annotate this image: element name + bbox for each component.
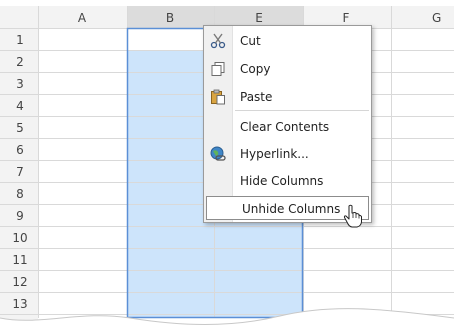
column-header-g[interactable]: G bbox=[432, 11, 441, 25]
column-header-a[interactable]: A bbox=[78, 11, 87, 25]
row-header[interactable]: 8 bbox=[16, 187, 24, 201]
row-header[interactable]: 3 bbox=[16, 77, 24, 91]
row-header[interactable]: 6 bbox=[16, 143, 24, 157]
menu-item-hyperlink[interactable]: Hyperlink... bbox=[204, 141, 371, 167]
menu-item-label: Hide Columns bbox=[240, 174, 324, 188]
scissors-icon bbox=[210, 33, 226, 49]
menu-separator bbox=[235, 110, 369, 111]
copy-icon bbox=[210, 61, 226, 77]
menu-item-clear-contents[interactable]: Clear Contents bbox=[204, 114, 371, 140]
row-header[interactable]: 7 bbox=[16, 165, 24, 179]
menu-item-label: Unhide Columns bbox=[242, 202, 341, 216]
row-header[interactable]: 13 bbox=[12, 297, 27, 311]
menu-item-label: Clear Contents bbox=[240, 120, 330, 134]
row-header[interactable]: 11 bbox=[12, 253, 27, 267]
row-header[interactable]: 1 bbox=[16, 33, 24, 47]
row-header[interactable]: 2 bbox=[16, 55, 24, 69]
row-header[interactable]: 12 bbox=[12, 275, 27, 289]
row-header[interactable]: 10 bbox=[12, 231, 27, 245]
context-menu: Cut Copy Paste Clear Contents Hyperlink.… bbox=[203, 25, 372, 223]
hand-pointer-icon bbox=[343, 204, 363, 228]
row-header[interactable]: 5 bbox=[16, 121, 24, 135]
hyperlink-icon bbox=[210, 146, 226, 162]
active-cell[interactable] bbox=[128, 29, 214, 50]
menu-item-hide-columns[interactable]: Hide Columns bbox=[204, 168, 371, 194]
column-header-e[interactable]: E bbox=[255, 11, 263, 25]
row-header[interactable]: 4 bbox=[16, 99, 24, 113]
menu-item-cut[interactable]: Cut bbox=[204, 28, 371, 54]
paste-icon bbox=[210, 89, 226, 105]
menu-item-label: Copy bbox=[240, 62, 271, 76]
menu-item-label: Paste bbox=[240, 90, 273, 104]
menu-item-copy[interactable]: Copy bbox=[204, 56, 371, 82]
menu-item-paste[interactable]: Paste bbox=[204, 84, 371, 110]
row-header[interactable]: 9 bbox=[16, 209, 24, 223]
column-header-b[interactable]: B bbox=[166, 11, 174, 25]
menu-item-label: Cut bbox=[240, 34, 261, 48]
menu-item-label: Hyperlink... bbox=[240, 147, 309, 161]
column-header-f[interactable]: F bbox=[343, 11, 350, 25]
